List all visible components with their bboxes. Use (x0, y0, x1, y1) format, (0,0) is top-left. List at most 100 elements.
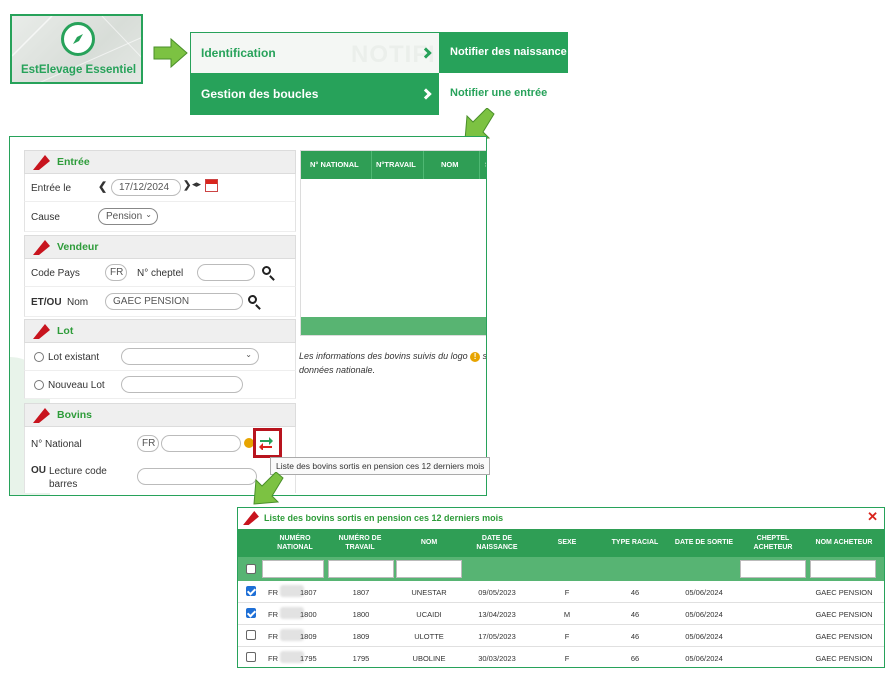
code-pays-label: Code Pays (31, 268, 80, 279)
cell-pays: FR (268, 588, 278, 597)
barcode-input[interactable] (137, 468, 257, 485)
table-row[interactable]: FR 1800 1800 UCAIDI 13/04/2023 M 46 05/06/2024 G… (238, 603, 884, 625)
entree-form-panel: Entrée Entrée le ❮ 17/12/2024 ❯ ◂▸ Cause… (9, 136, 487, 496)
menu-item-label: Gestion des boucles (201, 87, 319, 101)
today-arrows-icon[interactable]: ◂▸ (192, 179, 201, 190)
filter-input[interactable] (328, 560, 394, 578)
cell-numero-national: 1795 (300, 654, 317, 663)
section-header: Entrée (24, 150, 296, 174)
column-header: DATE DE SORTIE (674, 539, 734, 546)
cell-pays: FR (268, 654, 278, 663)
lot-existant-select[interactable]: ⌄ (121, 348, 259, 365)
app-logo-tile[interactable]: EstElevage Essentiel (10, 14, 143, 84)
calendar-icon[interactable] (205, 179, 218, 192)
dialog-title: Liste des bovins sortis en pension ces 1… (264, 513, 504, 523)
submenu-notifier-naissances[interactable]: Notifier des naissance (439, 33, 568, 73)
submenu-notifier-entree[interactable]: Notifier une entrée (439, 73, 568, 115)
cell-race: 46 (630, 610, 640, 619)
form-row: Code Pays FR N° cheptel (24, 259, 296, 287)
filter-input[interactable] (396, 560, 462, 578)
cell-numero-national: 1800 (300, 610, 317, 619)
date-label: Entrée le (31, 183, 72, 194)
cell-sortie: 05/06/2024 (685, 588, 723, 597)
section-header: Bovins (24, 403, 296, 427)
form-row: Entrée le ❮ 17/12/2024 ❯ ◂▸ (24, 174, 296, 202)
column-header: S (485, 160, 486, 169)
row-checkbox[interactable] (246, 630, 256, 640)
highlight-box (253, 428, 282, 458)
cheptel-input[interactable] (197, 264, 255, 281)
cell-sexe: F (564, 632, 570, 641)
section-title: Bovins (57, 409, 93, 421)
column-header: DATE DE NAISSANCE (476, 535, 518, 551)
form-row: Nouveau Lot (24, 371, 296, 399)
cell-nom: UCAIDI (416, 610, 442, 619)
next-day-icon[interactable]: ❯ (183, 180, 191, 191)
ou-label: OU (31, 465, 46, 476)
filter-input[interactable] (740, 560, 806, 578)
etou-label: ET/OU (31, 297, 62, 308)
table-row[interactable]: FR 1809 1809 ULOTTE 17/05/2023 F 46 05/06/2024 G… (238, 625, 884, 647)
national-number-input[interactable] (161, 435, 241, 452)
national-prefix-input[interactable]: FR (137, 435, 159, 452)
row-checkbox[interactable] (246, 586, 256, 596)
filter-input[interactable] (810, 560, 876, 578)
submenu-label: Notifier des naissance (450, 46, 567, 58)
code-pays-input[interactable]: FR (105, 264, 127, 281)
section-title: Vendeur (57, 241, 99, 253)
brand-flag-icon (243, 511, 259, 525)
section-title: Lot (57, 325, 74, 337)
brand-flag-icon (33, 408, 50, 423)
info-icon: ! (470, 352, 481, 362)
cell-nom: UNESTAR (411, 588, 447, 597)
cell-sortie: 05/06/2024 (685, 610, 723, 619)
menu-item-gestion-boucles[interactable]: Gestion des boucles (191, 73, 439, 115)
column-header: NOM (441, 160, 459, 169)
filter-row (238, 557, 884, 581)
logo-label: EstElevage Essentiel (20, 64, 137, 76)
search-icon[interactable] (248, 295, 257, 304)
cell-sortie: 05/06/2024 (685, 632, 723, 641)
cell-acheteur: GAEC PENSION (815, 588, 873, 597)
date-input[interactable]: 17/12/2024 (111, 179, 181, 196)
table-row[interactable]: FR 1795 1795 UBOLINE 30/03/2023 F 66 05/06/2024… (238, 647, 884, 667)
table-row[interactable]: FR 1807 1807 UNESTAR 09/05/2023 F 46 05/06/2024… (238, 581, 884, 603)
submenu-label: Notifier une entrée (450, 87, 548, 99)
cause-label: Cause (31, 212, 60, 223)
prev-day-icon[interactable]: ❮ (98, 180, 107, 193)
table-header: N° NATIONAL N°TRAVAIL NOM S (301, 151, 486, 179)
info-note: Les informations des bovins suivis du lo… (299, 351, 487, 375)
dialog-header: Liste des bovins sortis en pension ces 1… (238, 508, 884, 528)
compass-icon (61, 22, 95, 56)
bovins-pension-dialog: Liste des bovins sortis en pension ces 1… (237, 507, 885, 668)
cell-numero-national: 1807 (300, 588, 317, 597)
search-icon[interactable] (262, 266, 271, 275)
radio-nouveau-lot[interactable] (34, 380, 44, 390)
menu-item-label: Identification (201, 46, 276, 60)
cause-select[interactable]: Pension ⌄ (98, 208, 158, 225)
menu-item-identification[interactable]: NOTIFI Identification (191, 33, 439, 73)
section-header: Lot (24, 319, 296, 343)
form-row: Lot existant ⌄ (24, 343, 296, 371)
nouveau-lot-input[interactable] (121, 376, 243, 393)
chevron-down-icon: ⌄ (145, 210, 152, 219)
national-label: N° National (31, 439, 82, 450)
select-all-checkbox[interactable] (246, 564, 256, 574)
row-checkbox[interactable] (246, 652, 256, 662)
section-title: Entrée (57, 156, 90, 168)
cell-travail: 1795 (352, 654, 370, 663)
nom-input[interactable]: GAEC PENSION (105, 293, 243, 310)
section-entree: Entrée Entrée le ❮ 17/12/2024 ❯ ◂▸ Cause… (24, 150, 296, 232)
section-vendeur: Vendeur Code Pays FR N° cheptel ET/OU No… (24, 235, 296, 317)
row-checkbox[interactable] (246, 608, 256, 618)
chevron-right-icon (420, 88, 432, 100)
navigation-menu: NOTIFI Identification Gestion des boucle… (190, 32, 568, 115)
filter-input[interactable] (262, 560, 324, 578)
brand-flag-icon (33, 240, 50, 255)
form-row: ET/OU Nom GAEC PENSION (24, 287, 296, 317)
column-header: N° NATIONAL (310, 160, 359, 169)
radio-lot-existant[interactable] (34, 352, 44, 362)
close-icon[interactable]: ✕ (867, 509, 878, 525)
cheptel-label: N° cheptel (137, 268, 184, 279)
cell-naissance: 13/04/2023 (478, 610, 516, 619)
